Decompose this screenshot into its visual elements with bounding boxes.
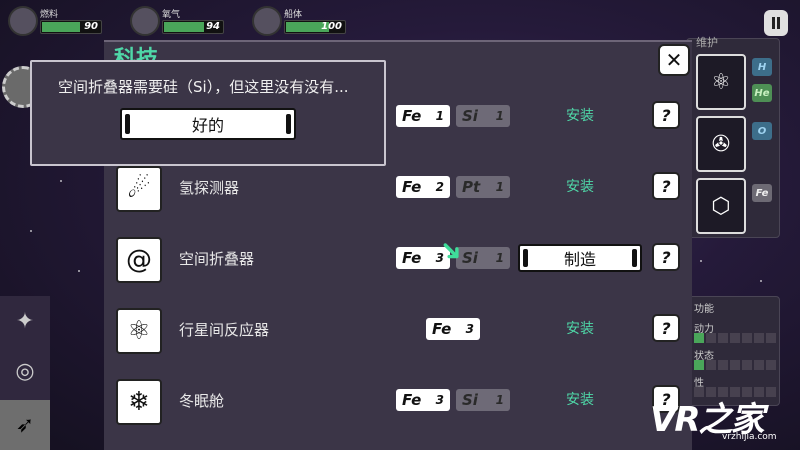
fuel-value: 90: [84, 21, 98, 32]
maintenance-title: 维护: [696, 36, 718, 49]
sidebar: ✦ ◎ ➶: [0, 296, 50, 450]
watermark-url: vrzhijia.com: [722, 432, 777, 442]
watermark: VR之家 vrzhijia.com: [650, 392, 800, 450]
fan-icon[interactable]: ✇: [696, 116, 746, 172]
rocket-icon[interactable]: ➶: [0, 400, 50, 450]
vortex-icon[interactable]: @: [116, 237, 162, 283]
element-qty: 1: [495, 251, 504, 265]
iron-tag: Fe: [752, 184, 772, 202]
tech-row: ⚛ 行星间反应器 Fe 3 安装 ?: [104, 295, 692, 366]
hexagon-icon[interactable]: ⬡: [696, 178, 746, 234]
power-bar: [694, 333, 776, 343]
cost-chip-missing: Si 1: [456, 105, 510, 127]
element-symbol: Fe: [432, 320, 452, 338]
snowflake-icon[interactable]: ❄: [116, 379, 162, 425]
tech-name: 冬眠舱: [179, 392, 225, 410]
cost-chip: Fe 1: [396, 105, 450, 127]
atom-icon[interactable]: ⚛: [116, 308, 162, 354]
hull-value: 100: [321, 21, 342, 32]
dialog-message: 空间折叠器需要硅（Si），但这里没有没有...: [58, 78, 349, 96]
oxygen-bar: 94: [162, 20, 224, 34]
element-symbol: Fe: [402, 249, 422, 267]
tech-row: @ 空间折叠器 Fe 3 Si 1 制造 ?: [104, 224, 692, 295]
element-symbol: Si: [462, 391, 478, 409]
element-qty: 1: [495, 109, 504, 123]
tech-name: 空间折叠器: [179, 250, 255, 268]
element-symbol: Fe: [402, 107, 422, 125]
element-qty: 3: [435, 393, 444, 407]
pause-button[interactable]: [764, 10, 788, 36]
fuel-bar: 90: [40, 20, 102, 34]
element-qty: 1: [435, 109, 444, 123]
element-qty: 1: [495, 180, 504, 194]
fuel-label: 燃料: [40, 10, 59, 20]
top-hud: 燃料 90 氧气 94 船体 100: [0, 0, 800, 42]
hull-label: 船体: [284, 10, 303, 20]
element-symbol: Pt: [462, 178, 481, 196]
hexagon-icon: [252, 6, 282, 36]
element-qty: 1: [495, 393, 504, 407]
help-button[interactable]: ?: [652, 101, 680, 129]
tech-row: ❄ 冬眠舱 Fe 3 Si 1 安装 ?: [104, 366, 692, 437]
install-button[interactable]: 安装: [566, 318, 594, 338]
star: [30, 230, 32, 232]
function-title: 功能: [694, 304, 714, 315]
element-qty: 3: [465, 322, 474, 336]
cost-chip-missing: Si 1: [456, 389, 510, 411]
fan-icon: [130, 6, 160, 36]
hydrogen-tag: H: [752, 58, 772, 76]
oxygen-label: 氧气: [162, 10, 181, 20]
help-button[interactable]: ?: [652, 172, 680, 200]
install-button[interactable]: 安装: [566, 176, 594, 196]
element-qty: 2: [435, 180, 444, 194]
star: [60, 180, 62, 182]
tech-name: 氢探测器: [179, 179, 240, 197]
build-button[interactable]: 制造: [518, 244, 642, 272]
status-bar: [694, 360, 776, 370]
atom-icon: [8, 6, 38, 36]
star: [78, 270, 80, 272]
cost-chip: Fe 2: [396, 176, 450, 198]
atom-icon[interactable]: ⚛: [696, 54, 746, 110]
fuel-fill: [42, 22, 80, 32]
tech-name: 行星间反应器: [179, 321, 270, 339]
element-symbol: Fe: [402, 391, 422, 409]
ok-button[interactable]: 好的: [120, 108, 296, 140]
close-button[interactable]: ✕: [658, 44, 690, 76]
element-symbol: Fe: [402, 178, 422, 196]
help-button[interactable]: ?: [652, 243, 680, 271]
cost-chip-missing: Pt 1: [456, 176, 510, 198]
orbit-icon[interactable]: ◎: [0, 346, 50, 396]
constellation-icon[interactable]: ✦: [0, 296, 50, 346]
star: [760, 280, 762, 282]
install-button[interactable]: 安装: [566, 105, 594, 125]
probe-icon[interactable]: ☄: [116, 166, 162, 212]
oxygen-value: 94: [206, 21, 220, 32]
helium-tag: He: [752, 84, 772, 102]
star: [700, 260, 702, 262]
element-symbol: Si: [462, 107, 478, 125]
install-button[interactable]: 安装: [566, 389, 594, 409]
oxygen-tag: O: [752, 122, 772, 140]
cost-chip: Fe 3: [426, 318, 480, 340]
hull-bar: 100: [284, 20, 346, 34]
oxygen-fill: [164, 22, 204, 32]
help-button[interactable]: ?: [652, 314, 680, 342]
cost-chip: Fe 3: [396, 389, 450, 411]
